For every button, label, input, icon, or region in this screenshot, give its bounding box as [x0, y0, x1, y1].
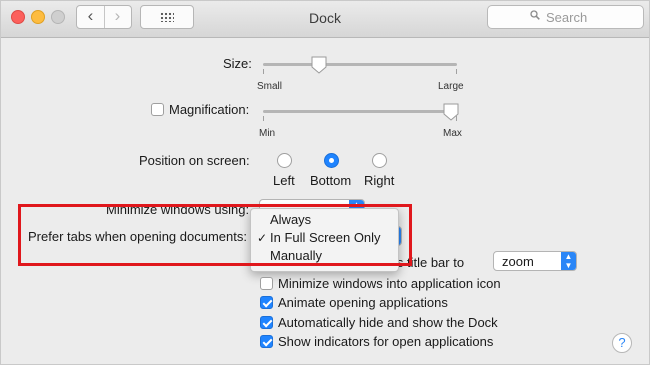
help-button[interactable]: ? — [612, 333, 632, 353]
double-click-action-value: zoom — [502, 254, 534, 269]
title-bar: ‹ › Dock Search — [1, 1, 649, 38]
size-slider[interactable] — [263, 63, 457, 66]
preferences-window: ‹ › Dock Search Size: Small Large Magnif… — [0, 0, 650, 365]
magnification-max-label: Max — [443, 128, 462, 139]
position-bottom-radio[interactable] — [324, 153, 339, 168]
auto-hide-dock-label: Automatically hide and show the Dock — [278, 315, 498, 330]
size-tick — [456, 69, 457, 74]
magnification-slider[interactable] — [263, 110, 457, 113]
size-slider-knob[interactable] — [311, 56, 327, 74]
animate-opening-apps-checkbox[interactable] — [260, 296, 273, 309]
minimize-into-app-icon-label: Minimize windows into application icon — [278, 276, 501, 291]
search-placeholder: Search — [546, 10, 588, 25]
position-right-label: Right — [364, 173, 395, 188]
size-max-label: Large — [438, 81, 464, 92]
double-click-action-popup[interactable]: zoom ▲ ▼ — [493, 251, 577, 271]
search-field[interactable]: Search — [487, 5, 644, 29]
position-left-label: Left — [273, 173, 295, 188]
position-left-radio[interactable] — [277, 153, 292, 168]
size-min-label: Small — [257, 81, 283, 92]
highlight-box — [18, 204, 412, 266]
magnification-min-label: Min — [259, 128, 276, 139]
search-icon — [530, 10, 540, 20]
animate-opening-apps-label: Animate opening applications — [278, 295, 448, 310]
magnification-slider-knob[interactable] — [443, 103, 459, 121]
magnification-checkbox[interactable] — [151, 103, 164, 116]
position-right-radio[interactable] — [372, 153, 387, 168]
magnification-label: Magnification: — [169, 102, 250, 117]
show-indicators-checkbox[interactable] — [260, 335, 273, 348]
minimize-into-app-icon-checkbox[interactable] — [260, 277, 273, 290]
question-icon: ? — [618, 335, 626, 350]
magnification-tick — [263, 116, 264, 121]
position-bottom-label: Bottom — [310, 173, 352, 188]
auto-hide-dock-checkbox[interactable] — [260, 316, 273, 329]
chevron-updown-icon: ▲▼ — [561, 252, 576, 270]
position-label: Position on screen: — [139, 153, 250, 168]
size-label: Size: — [223, 56, 252, 71]
show-indicators-label: Show indicators for open applications — [278, 334, 494, 349]
size-tick — [263, 69, 264, 74]
